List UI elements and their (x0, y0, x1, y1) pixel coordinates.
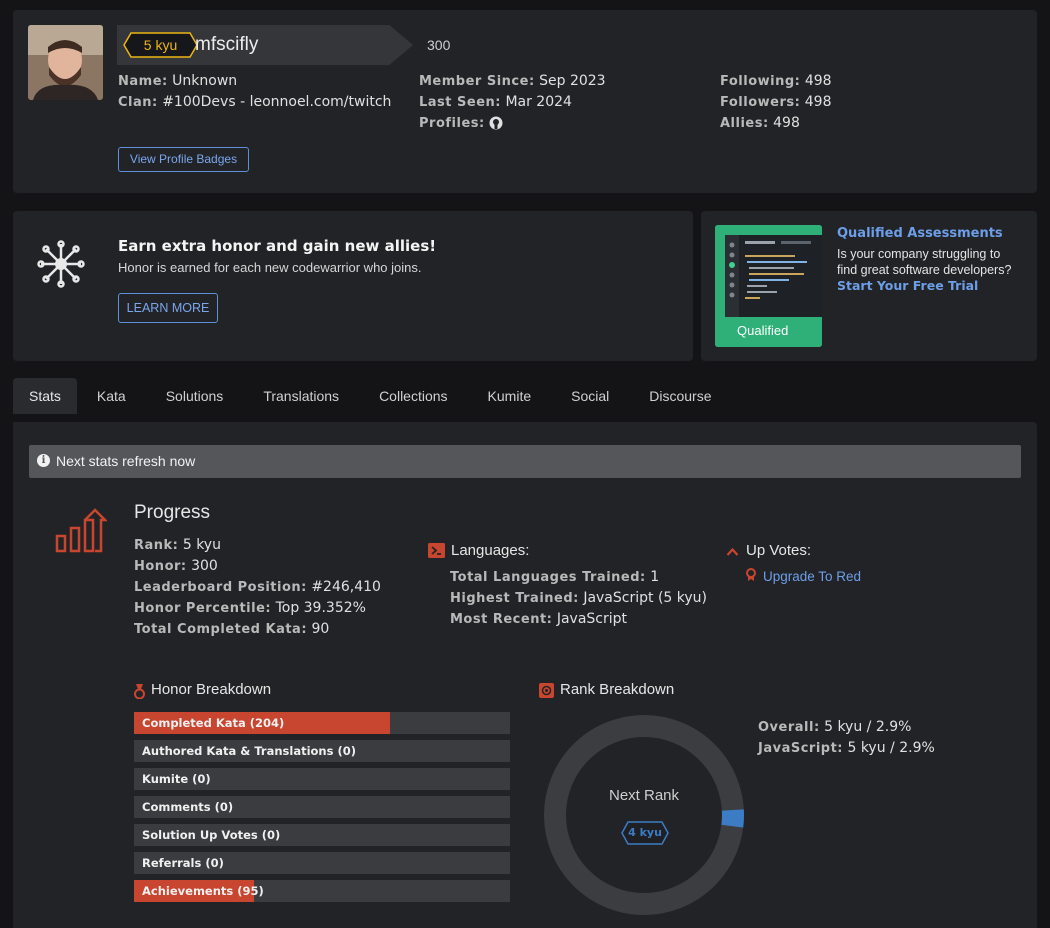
terminal-icon (428, 543, 445, 563)
tab-discourse[interactable]: Discourse (629, 378, 731, 414)
progress-completed-row: Total Completed Kata: 90 (134, 621, 330, 637)
stats-refresh-notice: i Next stats refresh now (29, 445, 1021, 478)
qualified-description: Is your company struggling to find great… (837, 247, 1012, 293)
honor-bar: Achievements (95) (134, 880, 510, 902)
tab-collections[interactable]: Collections (359, 378, 467, 414)
qualified-title-link[interactable]: Qualified Assessments (837, 226, 1003, 241)
qualified-screenshot-image[interactable]: Qualified (715, 225, 822, 347)
languages-recent-row: Most Recent: JavaScript (450, 611, 628, 627)
honor-bar: Comments (0) (134, 796, 510, 818)
ribbon-icon (746, 568, 756, 587)
username: mfscifly (195, 34, 259, 55)
honor-bar: Authored Kata & Translations (0) (134, 740, 510, 762)
tab-translations[interactable]: Translations (243, 378, 359, 414)
profile-tabs: Stats Kata Solutions Translations Collec… (13, 378, 732, 414)
network-icon (36, 239, 86, 294)
tab-social[interactable]: Social (551, 378, 629, 414)
languages-title: Languages: (451, 542, 530, 559)
progress-chart-icon (55, 508, 109, 559)
tab-kumite[interactable]: Kumite (468, 378, 552, 414)
rank-breakdown-title: Rank Breakdown (560, 681, 675, 698)
honor-score: 300 (427, 37, 451, 53)
progress-rank-row: Rank: 5 kyu (134, 537, 221, 553)
followers-row: Followers: 498 (720, 94, 832, 110)
profile-panel: 5 kyu mfscifly 300 Name: Unknown Clan: #… (13, 10, 1037, 193)
learn-more-button[interactable]: LEARN MORE (118, 293, 218, 323)
earn-honor-title: Earn extra honor and gain new allies! (118, 237, 437, 255)
chevron-up-icon (726, 544, 739, 562)
next-rank-badge: 4 kyu (621, 821, 669, 845)
last-seen-row: Last Seen: Mar 2024 (419, 94, 572, 110)
honor-breakdown-title: Honor Breakdown (151, 681, 272, 698)
start-free-trial-link[interactable]: Start Your Free Trial (837, 278, 978, 293)
profile-clan-row: Clan: #100Devs - leonnoel.com/twitch (118, 94, 392, 110)
honor-bar: Referrals (0) (134, 852, 510, 874)
view-profile-badges-button[interactable]: View Profile Badges (118, 147, 249, 172)
member-since-row: Member Since: Sep 2023 (419, 73, 606, 89)
upvotes-title: Up Votes: (746, 542, 812, 559)
next-rank-label: Next Rank (608, 787, 680, 804)
progress-leaderboard-row: Leaderboard Position: #246,410 (134, 579, 381, 595)
languages-highest-row: Highest Trained: JavaScript (5 kyu) (450, 590, 707, 606)
honor-bar: Completed Kata (204) (134, 712, 510, 734)
rank-javascript-row: JavaScript: 5 kyu / 2.9% (758, 740, 935, 756)
tab-solutions[interactable]: Solutions (146, 378, 244, 414)
following-row: Following: 498 (720, 73, 832, 89)
profiles-row: Profiles: (419, 114, 503, 135)
honor-bar: Solution Up Votes (0) (134, 824, 510, 846)
github-icon[interactable] (489, 116, 503, 135)
qualified-ad: Qualified Qualified Assessments Is your … (701, 211, 1037, 361)
tab-stats[interactable]: Stats (13, 378, 77, 414)
qualified-image-label: Qualified (737, 323, 789, 338)
tab-kata[interactable]: Kata (77, 378, 146, 414)
info-icon: i (37, 454, 50, 467)
earn-honor-banner: Earn extra honor and gain new allies! Ho… (13, 211, 693, 361)
progress-title: Progress (134, 502, 211, 523)
rank-progress-ring (544, 715, 744, 915)
avatar[interactable] (28, 25, 103, 100)
medal-icon (134, 684, 145, 704)
progress-honor-row: Honor: 300 (134, 558, 218, 574)
target-icon (539, 683, 554, 703)
progress-percentile-row: Honor Percentile: Top 39.352% (134, 600, 366, 616)
stats-panel: i Next stats refresh now Progress Rank: … (13, 422, 1037, 928)
honor-bar: Kumite (0) (134, 768, 510, 790)
rank-ring-track (544, 715, 744, 915)
allies-row: Allies: 498 (720, 115, 800, 131)
rank-overall-row: Overall: 5 kyu / 2.9% (758, 719, 912, 735)
earn-honor-description: Honor is earned for each new codewarrior… (118, 260, 422, 275)
profile-name-row: Name: Unknown (118, 73, 238, 89)
languages-total-row: Total Languages Trained: 1 (450, 569, 660, 585)
upgrade-to-red-link[interactable]: Upgrade To Red (763, 569, 861, 584)
rank-badge: 5 kyu (123, 32, 198, 58)
